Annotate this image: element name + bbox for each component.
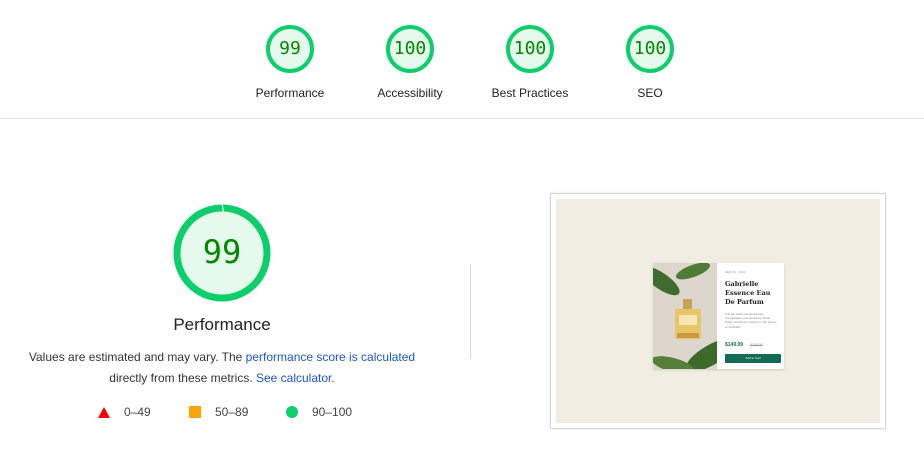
legend-average-label: 50–89 (215, 405, 249, 419)
legend-fail-label: 0–49 (124, 405, 151, 419)
accessibility-gauge[interactable]: 100 Accessibility (350, 24, 470, 100)
accessibility-score: 100 (393, 38, 427, 59)
legend-average: 50–89 (189, 405, 248, 419)
desc-middle: directly from these metrics. (109, 371, 256, 385)
product-info: NEW IN · 2024 Gabrielle Essence Eau De P… (721, 263, 781, 369)
score-legend: 0–49 50–89 90–100 (0, 405, 460, 425)
performance-gauge[interactable]: 99 Performance (230, 24, 350, 100)
final-screenshot[interactable]: NEW IN · 2024 Gabrielle Essence Eau De P… (550, 193, 886, 429)
gauge-ring: 99 (265, 24, 315, 74)
see-calculator-link[interactable]: See calculator. (256, 371, 335, 385)
product-card: NEW IN · 2024 Gabrielle Essence Eau De P… (653, 263, 784, 369)
score-calculated-link[interactable]: performance score is calculated (246, 350, 415, 364)
product-kicker: NEW IN · 2024 (725, 270, 746, 274)
gauge-ring: 100 (505, 24, 555, 74)
gauge-ring: 100 (625, 24, 675, 74)
product-description: A floral, solar and sumptuous interpreta… (725, 312, 777, 329)
performance-score: 99 (279, 38, 301, 59)
vertical-divider (470, 264, 471, 359)
gauge-ring: 100 (385, 24, 435, 74)
seo-label: SEO (637, 86, 663, 100)
legend-fail: 0–49 (98, 405, 151, 419)
product-price: $149.99 (725, 342, 744, 348)
performance-description: Values are estimated and may vary. The p… (20, 347, 424, 389)
best-practices-label: Best Practices (491, 86, 569, 100)
category-summary: 99 Performance 100 Accessibility 100 Bes… (0, 0, 924, 119)
legend-pass-label: 90–100 (312, 405, 353, 419)
best-practices-score: 100 (513, 38, 547, 59)
desc-prefix: Values are estimated and may vary. The (28, 350, 246, 364)
best-practices-gauge[interactable]: 100 Best Practices (470, 24, 590, 100)
seo-score: 100 (633, 38, 667, 59)
add-to-cart-button: Add to Cart (725, 354, 781, 363)
seo-gauge[interactable]: 100 SEO (590, 24, 710, 100)
square-icon (189, 406, 201, 418)
accessibility-label: Accessibility (377, 86, 443, 100)
legend-pass: 90–100 (286, 405, 352, 419)
screenshot-canvas: NEW IN · 2024 Gabrielle Essence Eau De P… (556, 199, 880, 423)
performance-label: Performance (255, 86, 325, 100)
product-image (653, 263, 717, 369)
performance-title: Performance (173, 315, 271, 334)
performance-main-gauge: 99 (172, 203, 272, 303)
product-old-price: $189.99 (750, 343, 763, 347)
triangle-icon (98, 406, 110, 418)
product-title: Gabrielle Essence Eau De Parfum (725, 280, 771, 306)
circle-icon (286, 406, 298, 418)
performance-main-score: 99 (202, 233, 242, 271)
